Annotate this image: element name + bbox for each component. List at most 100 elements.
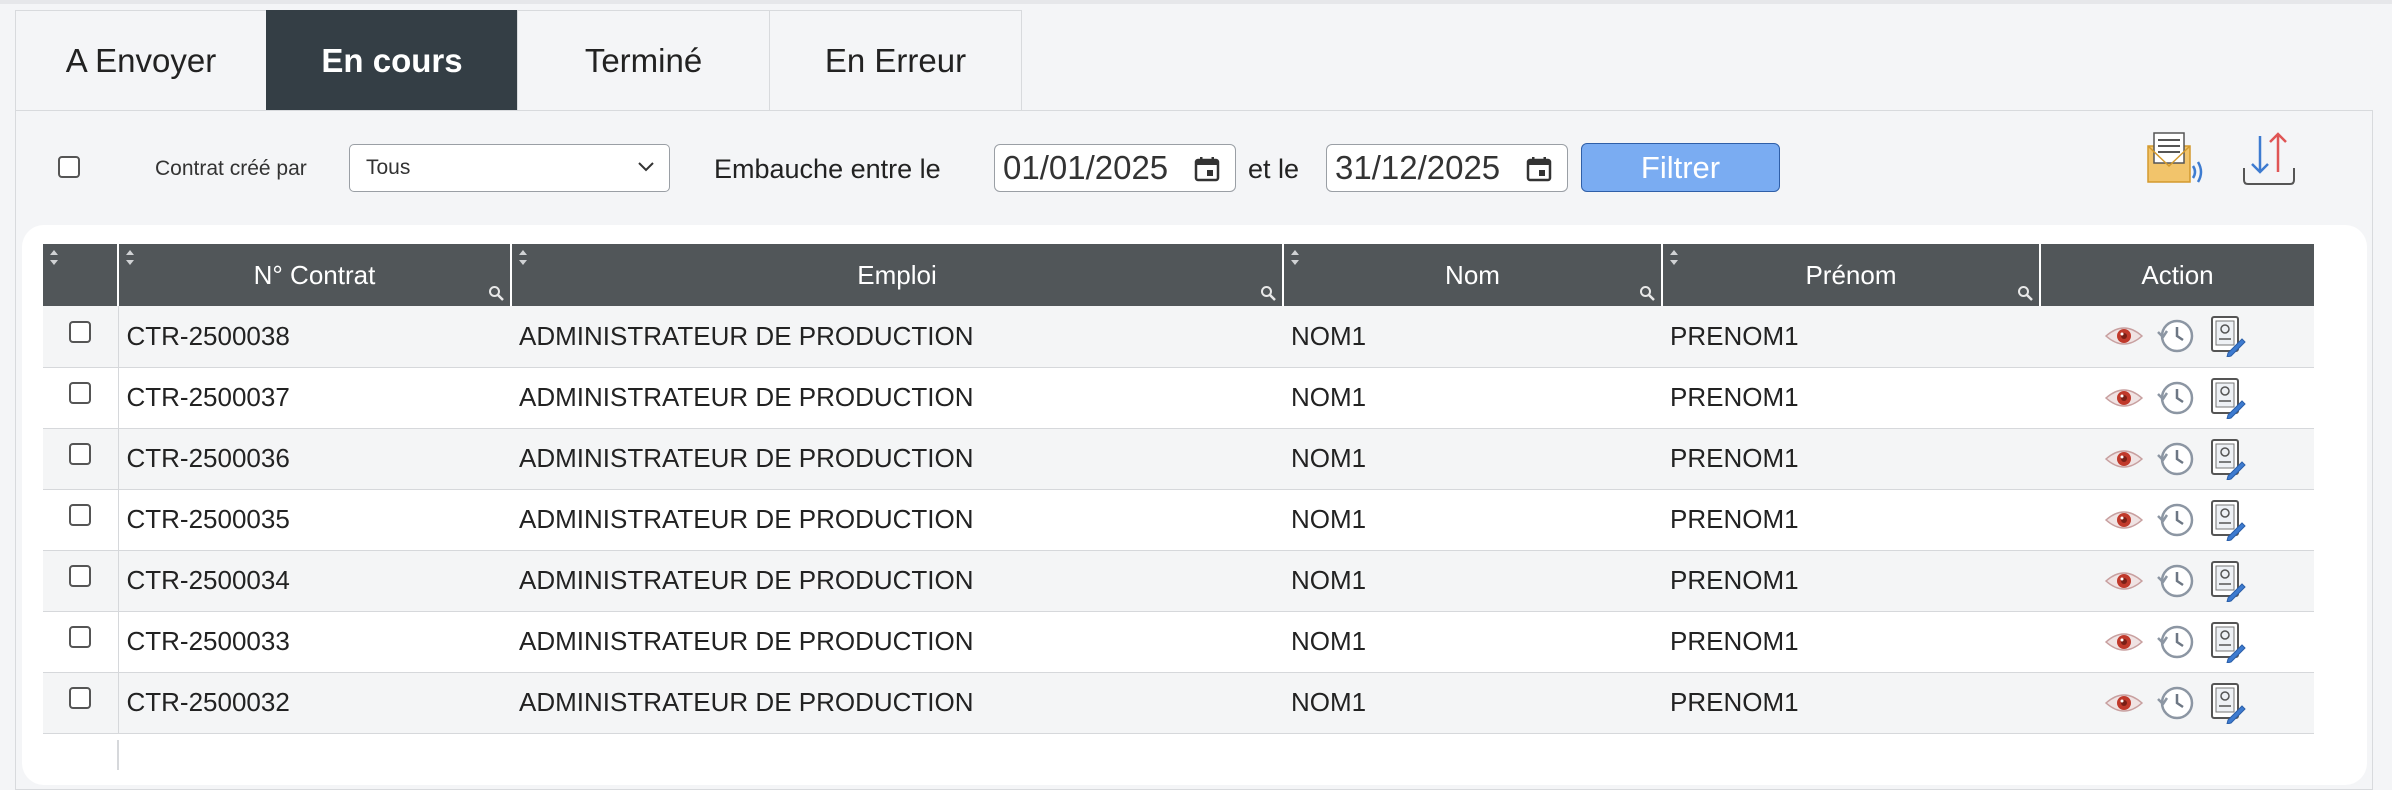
edit-document-icon[interactable] — [2208, 499, 2246, 541]
search-icon[interactable] — [1260, 285, 1276, 301]
row-checkbox[interactable] — [69, 320, 92, 343]
table-row[interactable]: CTR-2500036 ADMINISTRATEUR DE PRODUCTION… — [43, 428, 2314, 490]
action-cell — [2040, 367, 2314, 429]
action-cell — [2040, 611, 2314, 673]
tab-en-cours[interactable]: En cours — [266, 10, 518, 111]
history-icon[interactable] — [2156, 500, 2196, 540]
last-name-cell: NOM1 — [1283, 428, 1662, 490]
chevron-down-icon — [638, 162, 654, 172]
history-icon[interactable] — [2156, 439, 2196, 479]
contract-number-cell: CTR-2500038 — [118, 306, 511, 368]
eye-icon[interactable] — [2104, 444, 2144, 474]
job-cell: ADMINISTRATEUR DE PRODUCTION — [511, 428, 1283, 490]
eye-icon[interactable] — [2104, 566, 2144, 596]
table-row[interactable]: CTR-2500038 ADMINISTRATEUR DE PRODUCTION… — [43, 306, 2314, 368]
edit-document-icon[interactable] — [2208, 560, 2246, 602]
first-name-cell: PRENOM1 — [1662, 306, 2040, 368]
last-name-cell: NOM1 — [1283, 489, 1662, 551]
job-cell: ADMINISTRATEUR DE PRODUCTION — [511, 367, 1283, 429]
table-row[interactable]: CTR-2500037 ADMINISTRATEUR DE PRODUCTION… — [43, 367, 2314, 429]
action-cell — [2040, 550, 2314, 612]
edit-document-icon[interactable] — [2208, 682, 2246, 724]
tab-termine[interactable]: Terminé — [517, 10, 770, 111]
date-to-field[interactable]: 31/12/2025 — [1326, 144, 1568, 192]
date-to-value: 31/12/2025 — [1335, 149, 1501, 186]
job-cell: ADMINISTRATEUR DE PRODUCTION — [511, 611, 1283, 673]
eye-icon[interactable] — [2104, 505, 2144, 535]
header-label: Emploi — [857, 259, 937, 290]
column-divider — [117, 740, 119, 770]
search-icon[interactable] — [1639, 285, 1655, 301]
table-row[interactable]: CTR-2500033 ADMINISTRATEUR DE PRODUCTION… — [43, 611, 2314, 673]
edit-document-icon[interactable] — [2208, 621, 2246, 663]
eye-icon[interactable] — [2104, 321, 2144, 351]
history-icon[interactable] — [2156, 561, 2196, 601]
last-name-cell: NOM1 — [1283, 611, 1662, 673]
sort-icon[interactable] — [1668, 248, 1680, 268]
contract-number-cell: CTR-2500034 — [118, 550, 511, 612]
eye-icon[interactable] — [2104, 627, 2144, 657]
contract-number-cell: CTR-2500036 — [118, 428, 511, 490]
history-icon[interactable] — [2156, 378, 2196, 418]
search-icon[interactable] — [2017, 285, 2033, 301]
edit-document-icon[interactable] — [2208, 315, 2246, 358]
tab-a-envoyer[interactable]: A Envoyer — [15, 10, 267, 111]
edit-document-icon[interactable] — [2208, 377, 2246, 419]
header-label: Nom — [1445, 259, 1500, 290]
eye-icon[interactable] — [2104, 688, 2144, 718]
hire-between-label: Embauche entre le — [714, 154, 941, 184]
and-label: et le — [1248, 154, 1300, 184]
row-checkbox[interactable] — [69, 626, 92, 649]
last-name-cell: NOM1 — [1283, 367, 1662, 429]
table-row[interactable]: CTR-2500034 ADMINISTRATEUR DE PRODUCTION… — [43, 550, 2314, 612]
header-last-name[interactable]: Nom — [1283, 244, 1663, 306]
mail-signal-icon[interactable] — [2143, 128, 2205, 190]
calendar-icon[interactable] — [1193, 155, 1221, 183]
first-name-cell: PRENOM1 — [1662, 672, 2040, 734]
row-select-cell — [43, 550, 119, 612]
row-select-cell — [43, 489, 119, 551]
row-select-cell — [43, 672, 119, 734]
history-icon[interactable] — [2156, 683, 2196, 723]
status-tabs: A Envoyer En cours Terminé En Erreur — [15, 10, 1022, 111]
header-job[interactable]: Emploi — [511, 244, 1284, 306]
filter-button[interactable]: Filtrer — [1581, 143, 1780, 192]
row-checkbox[interactable] — [69, 504, 92, 527]
first-name-cell: PRENOM1 — [1662, 428, 2040, 490]
sort-icon[interactable] — [48, 248, 60, 268]
table-row[interactable]: CTR-2500035 ADMINISTRATEUR DE PRODUCTION… — [43, 489, 2314, 551]
table-body: CTR-2500038 ADMINISTRATEUR DE PRODUCTION… — [43, 306, 2314, 734]
history-icon[interactable] — [2156, 316, 2196, 356]
search-icon[interactable] — [488, 285, 504, 301]
date-from-field[interactable]: 01/01/2025 — [994, 144, 1236, 192]
created-by-select[interactable]: Tous — [349, 144, 670, 192]
row-checkbox[interactable] — [69, 382, 92, 405]
calendar-icon[interactable] — [1525, 155, 1553, 183]
header-label: Action — [2141, 259, 2214, 290]
select-all-checkbox[interactable] — [58, 156, 80, 178]
row-checkbox[interactable] — [69, 687, 92, 710]
job-cell: ADMINISTRATEUR DE PRODUCTION — [511, 306, 1283, 368]
upload-download-icon[interactable] — [2238, 128, 2300, 190]
sort-icon[interactable] — [1289, 248, 1301, 268]
edit-document-icon[interactable] — [2208, 438, 2246, 480]
header-select[interactable] — [43, 244, 119, 306]
table-row[interactable]: CTR-2500032 ADMINISTRATEUR DE PRODUCTION… — [43, 672, 2314, 734]
tab-en-erreur[interactable]: En Erreur — [769, 10, 1022, 111]
contract-number-cell: CTR-2500037 — [118, 367, 511, 429]
first-name-cell: PRENOM1 — [1662, 489, 2040, 551]
row-checkbox[interactable] — [69, 565, 92, 588]
header-first-name[interactable]: Prénom — [1662, 244, 2041, 306]
row-checkbox[interactable] — [69, 443, 92, 466]
header-action: Action — [2040, 244, 2314, 306]
header-label: Prénom — [1805, 259, 1897, 290]
contract-number-cell: CTR-2500032 — [118, 672, 511, 734]
eye-icon[interactable] — [2104, 383, 2144, 413]
header-contract-number[interactable]: N° Contrat — [118, 244, 512, 306]
table-header-row: N° Contrat Emploi Nom Prénom Action — [43, 244, 2314, 306]
last-name-cell: NOM1 — [1283, 550, 1662, 612]
sort-icon[interactable] — [517, 248, 529, 268]
sort-icon[interactable] — [124, 248, 136, 268]
history-icon[interactable] — [2156, 622, 2196, 662]
first-name-cell: PRENOM1 — [1662, 611, 2040, 673]
